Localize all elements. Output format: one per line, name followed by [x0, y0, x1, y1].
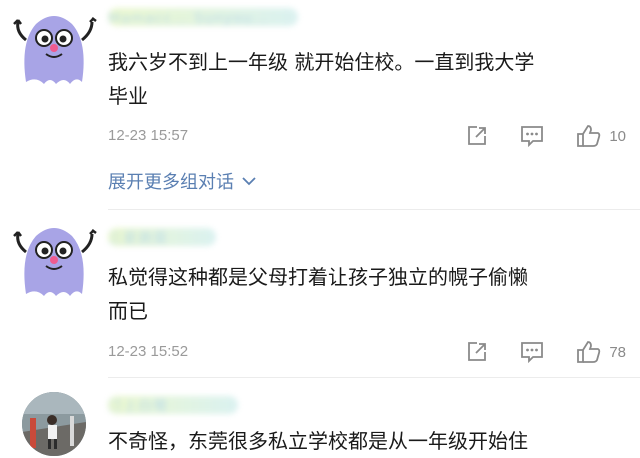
comment-item: Mamacc... Sunyou... 我六岁不到上一年级 就开始住校。一直到我… — [0, 0, 640, 210]
username[interactable]: 三夏蔬菜 — [108, 228, 216, 247]
like-button[interactable]: 10 — [575, 123, 626, 149]
comment-text-line: 我六岁不到上一年级 就开始住校。一直到我大学 — [108, 50, 535, 74]
like-button[interactable]: 78 — [575, 339, 626, 365]
photo-avatar-icon — [22, 392, 86, 456]
comment-item: 汀上白鹭 不奇怪，东莞很多私立学校都是从一年级开始住 — [0, 380, 640, 457]
username[interactable]: Mamacc... Sunyou... — [108, 8, 298, 27]
like-count: 78 — [609, 343, 626, 361]
comment-text-line: 而已 — [108, 299, 148, 323]
comment-text: 私觉得这种都是父母打着让孩子独立的幌子偷懒 而已 — [108, 260, 628, 328]
share-button[interactable] — [465, 340, 489, 364]
share-button[interactable] — [465, 124, 489, 148]
avatar[interactable] — [6, 214, 102, 310]
username[interactable]: 汀上白鹭 — [108, 396, 238, 415]
comment-item: 三夏蔬菜 私觉得这种都是父母打着让孩子独立的幌子偷懒 而已 12-23 15:5… — [0, 212, 640, 378]
share-icon — [468, 342, 487, 361]
chevron-down-icon — [242, 177, 256, 186]
comment-text: 我六岁不到上一年级 就开始住校。一直到我大学 毕业 — [108, 45, 628, 113]
comment-text-line: 不奇怪，东莞很多私立学校都是从一年级开始住 — [108, 429, 528, 453]
reply-button[interactable] — [519, 124, 545, 148]
divider — [108, 209, 640, 210]
ghost-avatar-icon — [13, 16, 97, 84]
timestamp: 12-23 15:57 — [108, 127, 189, 144]
ghost-avatar-icon — [13, 228, 97, 296]
avatar[interactable] — [6, 2, 102, 98]
comment-actions: 10 — [465, 123, 626, 149]
timestamp: 12-23 15:52 — [108, 343, 189, 360]
comment-text-line: 私觉得这种都是父母打着让孩子独立的幌子偷懒 — [108, 265, 528, 289]
divider — [108, 377, 640, 378]
share-icon — [468, 126, 487, 145]
comment-text: 不奇怪，东莞很多私立学校都是从一年级开始住 — [108, 424, 628, 458]
reply-button[interactable] — [519, 340, 545, 364]
expand-conversation-link[interactable]: 展开更多组对话 — [108, 168, 258, 194]
like-count: 10 — [609, 127, 626, 145]
thumbs-up-icon — [577, 341, 601, 363]
thumbs-up-icon — [577, 125, 601, 147]
comment-icon — [521, 342, 544, 364]
comment-text-line: 毕业 — [108, 84, 148, 108]
comment-icon — [521, 126, 544, 148]
comment-actions: 78 — [465, 339, 626, 365]
photo-avatar[interactable] — [22, 392, 86, 456]
